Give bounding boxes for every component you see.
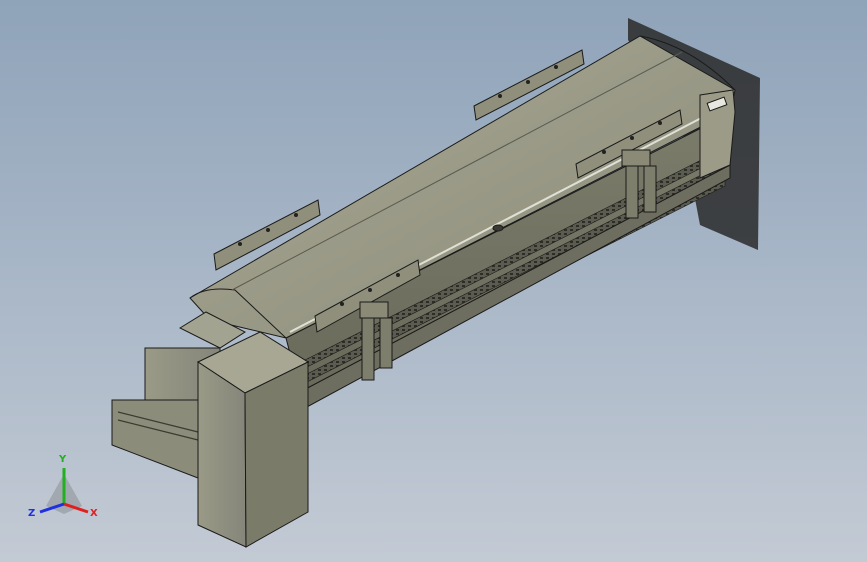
graphics-viewport[interactable]: Y X Z <box>0 0 867 562</box>
front-cover-face <box>197 361 247 548</box>
front-cover-side <box>244 361 309 548</box>
orientation-triad: Y X Z <box>28 454 98 519</box>
y-axis-label: Y <box>58 454 67 465</box>
cover-hole <box>492 224 504 232</box>
linear-module-model[interactable] <box>0 0 867 562</box>
x-axis-label: X <box>90 508 98 519</box>
motor-base-step <box>111 399 199 479</box>
z-axis-label: Z <box>28 508 35 519</box>
